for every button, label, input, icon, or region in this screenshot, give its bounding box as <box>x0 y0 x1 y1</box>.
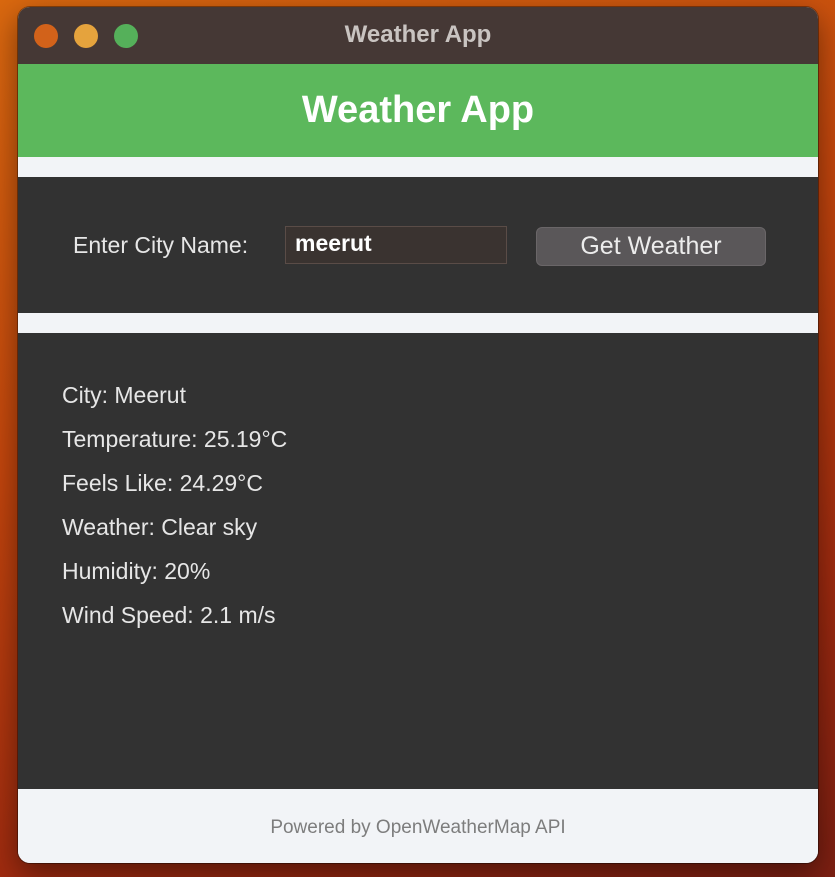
page-title: Weather App <box>301 89 535 131</box>
result-feels-like: Feels Like: 24.29°C <box>62 470 263 496</box>
result-city: City: Meerut <box>62 382 186 408</box>
window-title: Weather App <box>344 21 492 48</box>
get-weather-button[interactable]: Get Weather <box>536 227 766 266</box>
footer: Powered by OpenWeatherMap API <box>18 789 818 863</box>
app-window: Weather App Weather App Enter City Name:… <box>18 7 818 863</box>
title-bar[interactable]: Weather App <box>18 7 818 65</box>
city-label: Enter City Name: <box>73 232 249 258</box>
search-panel: Enter City Name: Get Weather <box>18 177 818 313</box>
app-header: Weather App <box>18 64 818 157</box>
city-input[interactable] <box>285 226 507 264</box>
results-panel: City: Meerut Temperature: 25.19°C Feels … <box>18 333 818 789</box>
footer-credit: Powered by OpenWeatherMap API <box>270 817 566 838</box>
result-wind-speed: Wind Speed: 2.1 m/s <box>62 602 276 628</box>
result-temperature: Temperature: 25.19°C <box>62 426 288 452</box>
result-weather: Weather: Clear sky <box>62 514 258 540</box>
result-humidity: Humidity: 20% <box>62 558 211 584</box>
